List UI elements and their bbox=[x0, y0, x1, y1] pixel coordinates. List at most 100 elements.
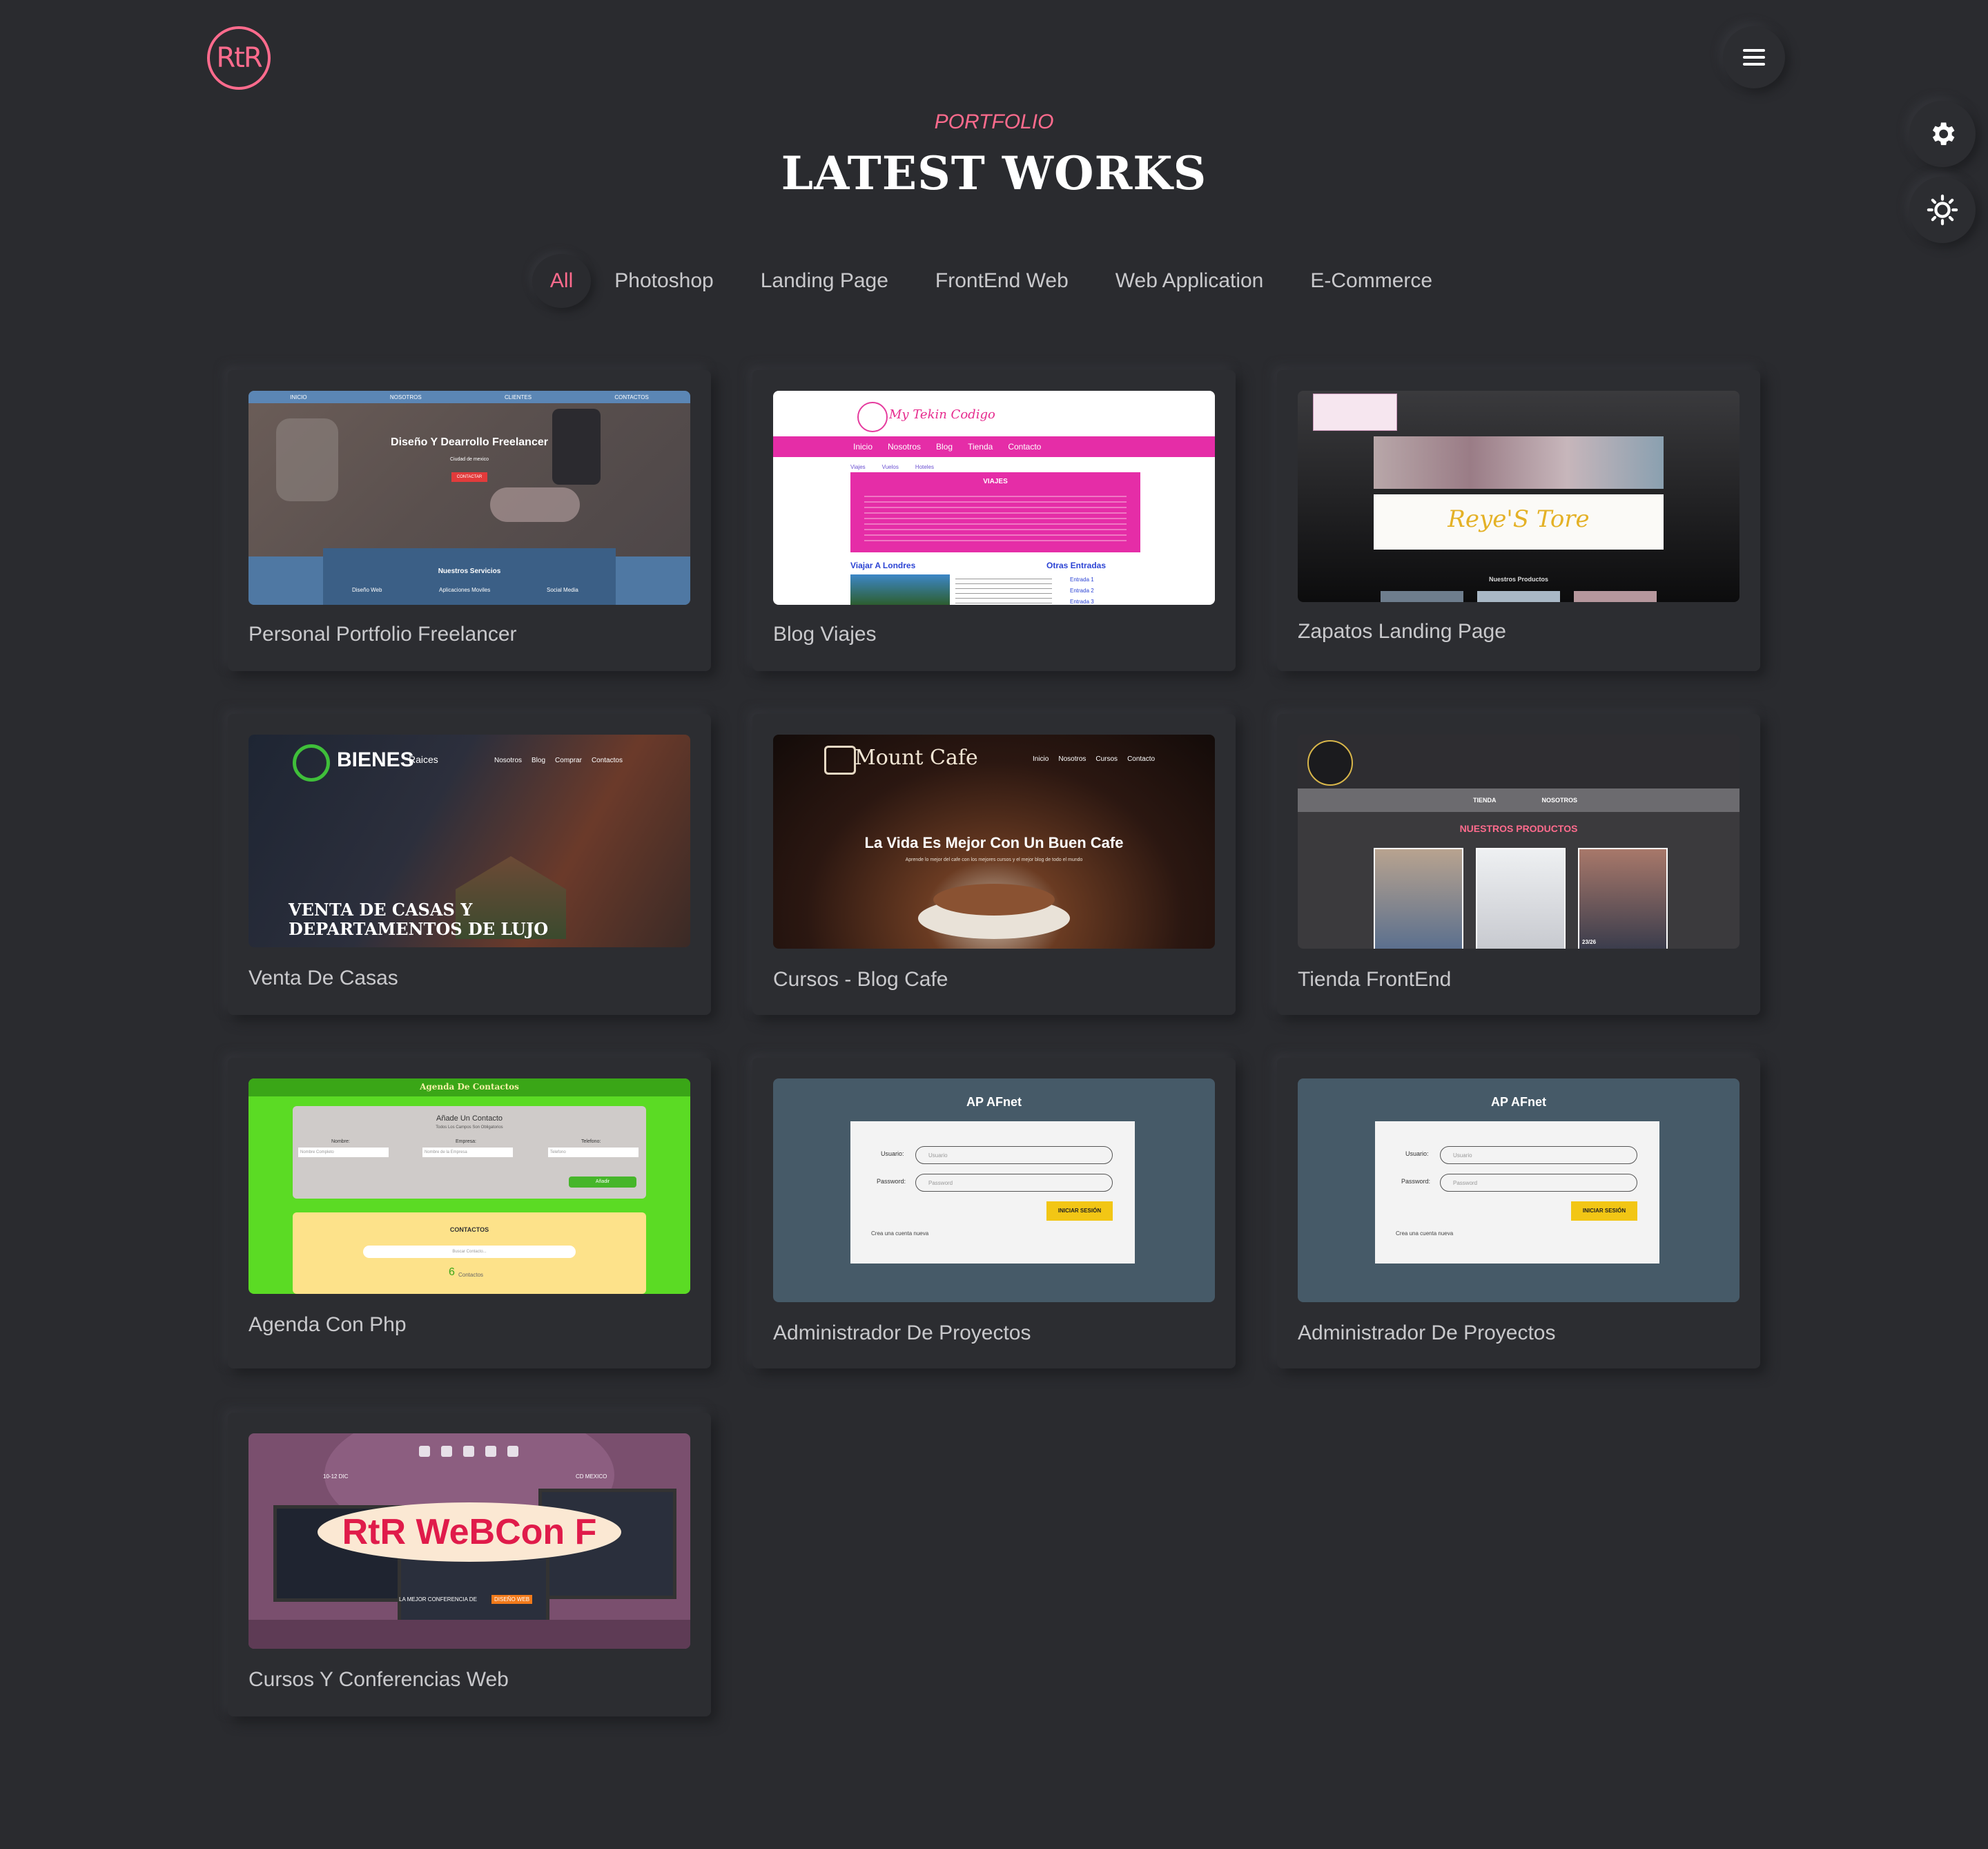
thumb-nav-item: Tienda bbox=[968, 442, 993, 452]
thumb-nav-item: Nosotros bbox=[888, 442, 922, 452]
thumb-nav-item: Contacto bbox=[1008, 442, 1042, 452]
menu-button[interactable] bbox=[1723, 26, 1785, 88]
thumb-input: Password bbox=[915, 1174, 1113, 1192]
thumb-service: Diseño Web bbox=[352, 587, 382, 593]
thumb-sub: Aprende lo mejor del cafe con los mejore… bbox=[905, 858, 1083, 862]
work-title[interactable]: Personal Portfolio Freelancer bbox=[248, 623, 517, 646]
work-thumbnail[interactable]: BIENES Raices Nosotros Blog Comprar Cont… bbox=[248, 735, 690, 947]
thumb-nav-item: NOSOTROS bbox=[389, 394, 422, 400]
thumb-section: Nuestros Productos bbox=[1488, 576, 1548, 583]
thumb-label: Usuario: bbox=[881, 1150, 904, 1157]
work-thumbnail[interactable]: Agenda De Contactos Añade Un Contacto To… bbox=[248, 1078, 690, 1294]
thumb-nav-item: Nosotros bbox=[494, 757, 523, 764]
thumb-banner: RtR WeBCon F bbox=[318, 1502, 621, 1562]
portfolio-card[interactable]: INICIO NOSOTROS CLIENTES CONTACTOS Diseñ… bbox=[228, 370, 711, 671]
thumb-nav-item: CONTACTOS bbox=[614, 394, 649, 400]
thumb-count: 6 bbox=[449, 1266, 455, 1278]
filter-all[interactable]: All bbox=[532, 254, 591, 308]
work-title[interactable]: Administrador De Proyectos bbox=[773, 1322, 1031, 1345]
thumb-label: Empresa: bbox=[456, 1139, 476, 1144]
logo-text: RtR bbox=[216, 42, 262, 74]
thumb-login-button: INICIAR SESIÓN bbox=[1571, 1201, 1637, 1221]
thumb-post-title: Viajar A Londres bbox=[850, 561, 916, 570]
work-title[interactable]: Cursos Y Conferencias Web bbox=[248, 1668, 509, 1692]
thumb-nav-item: Comprar bbox=[555, 757, 582, 764]
thumb-header: Agenda De Contactos bbox=[420, 1082, 519, 1092]
logo[interactable]: RtR bbox=[207, 26, 271, 90]
thumb-count-label: Contactos bbox=[458, 1272, 484, 1278]
work-thumbnail[interactable]: TIENDA NOSOTROS NUESTROS PRODUCTOS 23/26 bbox=[1298, 735, 1740, 949]
work-thumbnail[interactable]: INICIO NOSOTROS CLIENTES CONTACTOS Diseñ… bbox=[248, 391, 690, 605]
thumb-title: AP AFnet bbox=[1490, 1095, 1546, 1109]
portfolio-card[interactable]: Mount Cafe Inicio Nosotros Cursos Contac… bbox=[752, 714, 1236, 1015]
thumb-side-link: Entrada 2 bbox=[1070, 588, 1094, 594]
work-thumbnail[interactable]: 10-12 DIC CD MEXICO RtR WeBCon F LA MEJO… bbox=[248, 1433, 690, 1649]
thumb-input: Usuario bbox=[1440, 1146, 1637, 1164]
thumb-search: Buscar Contacto... bbox=[363, 1246, 576, 1258]
thumb-nav-item: Contacto bbox=[1127, 755, 1156, 763]
work-thumbnail[interactable]: AP AFnet Usuario: Usuario Password: Pass… bbox=[1298, 1078, 1740, 1302]
portfolio-card[interactable]: BIENES Raices Nosotros Blog Comprar Cont… bbox=[228, 714, 711, 1015]
filter-web-application[interactable]: Web Application bbox=[1092, 257, 1287, 305]
work-thumbnail[interactable]: AP AFnet Usuario: Usuario Password: Pass… bbox=[773, 1078, 1215, 1302]
thumb-headline: Diseño Y Dearrollo Freelancer bbox=[391, 436, 548, 448]
filter-e-commerce[interactable]: E-Commerce bbox=[1287, 257, 1456, 305]
work-title[interactable]: Agenda Con Php bbox=[248, 1313, 407, 1337]
thumb-nav-item: Blog bbox=[532, 757, 546, 764]
thumb-brand: BIENES bbox=[337, 748, 414, 771]
work-title[interactable]: Cursos - Blog Cafe bbox=[773, 968, 948, 991]
thumb-nav-item: Cursos bbox=[1095, 755, 1118, 763]
thumb-headline: VENTA DE CASAS Y DEPARTAMENTOS DE LUJO bbox=[289, 900, 549, 939]
thumb-label: Usuario: bbox=[1405, 1150, 1429, 1157]
filter-bar: All Photoshop Landing Page FrontEnd Web … bbox=[0, 254, 1988, 308]
portfolio-card[interactable]: Reye'S Tore Nuestros Productos Zapatos L… bbox=[1277, 370, 1760, 671]
thumb-caption: LA MEJOR CONFERENCIA DE bbox=[399, 1596, 477, 1603]
thumb-nav-item: TIENDA bbox=[1473, 797, 1497, 804]
thumb-contacts-title: CONTACTOS bbox=[449, 1226, 489, 1233]
work-title[interactable]: Venta De Casas bbox=[248, 967, 398, 990]
filter-landing-page[interactable]: Landing Page bbox=[737, 257, 912, 305]
work-title[interactable]: Administrador De Proyectos bbox=[1298, 1322, 1555, 1345]
work-thumbnail[interactable]: Reye'S Tore Nuestros Productos bbox=[1298, 391, 1740, 602]
work-thumbnail[interactable]: My Tekin Codigo Inicio Nosotros Blog Tie… bbox=[773, 391, 1215, 605]
thumb-title: AP AFnet bbox=[966, 1095, 1022, 1109]
page-title: LATEST WORKS bbox=[781, 146, 1207, 200]
filter-photoshop[interactable]: Photoshop bbox=[591, 257, 737, 305]
portfolio-card[interactable]: AP AFnet Usuario: Usuario Password: Pass… bbox=[752, 1058, 1236, 1368]
portfolio-card[interactable]: 10-12 DIC CD MEXICO RtR WeBCon F LA MEJO… bbox=[228, 1413, 711, 1716]
thumb-add-button: Añadir bbox=[569, 1177, 636, 1188]
portfolio-card[interactable]: AP AFnet Usuario: Usuario Password: Pass… bbox=[1277, 1058, 1760, 1368]
thumb-banner: Reye'S Tore bbox=[1448, 505, 1590, 533]
work-title[interactable]: Tienda FrontEnd bbox=[1298, 968, 1451, 991]
thumb-label: Password: bbox=[877, 1178, 906, 1185]
thumb-tag: 23/26 bbox=[1582, 939, 1597, 945]
work-title[interactable]: Blog Viajes bbox=[773, 623, 877, 646]
portfolio-card[interactable]: Agenda De Contactos Añade Un Contacto To… bbox=[228, 1058, 711, 1368]
thumb-side-title: Otras Entradas bbox=[1046, 561, 1107, 570]
thumb-input: Password bbox=[1440, 1174, 1637, 1192]
thumb-section: NUESTROS PRODUCTOS bbox=[1459, 823, 1578, 834]
thumb-login-button: INICIAR SESIÓN bbox=[1046, 1201, 1113, 1221]
thumb-services: Nuestros Servicios bbox=[438, 568, 501, 575]
portfolio-card[interactable]: TIENDA NOSOTROS NUESTROS PRODUCTOS 23/26… bbox=[1277, 714, 1760, 1015]
thumb-nav-item: NOSOTROS bbox=[1541, 797, 1578, 804]
thumb-input: Telefono bbox=[548, 1148, 639, 1157]
thumb-input: Nombre Completo bbox=[298, 1148, 389, 1157]
thumb-nav-item: Contactos bbox=[591, 757, 623, 764]
portfolio-card[interactable]: My Tekin Codigo Inicio Nosotros Blog Tie… bbox=[752, 370, 1236, 671]
thumb-location: Ciudad de mexico bbox=[449, 457, 489, 462]
thumb-label: Telefono: bbox=[581, 1139, 601, 1144]
thumb-button: CONTACTAR bbox=[451, 472, 487, 482]
thumb-label: Password: bbox=[1401, 1178, 1431, 1185]
thumb-service: Aplicaciones Moviles bbox=[439, 587, 491, 593]
filter-frontend-web[interactable]: FrontEnd Web bbox=[912, 257, 1092, 305]
work-title[interactable]: Zapatos Landing Page bbox=[1298, 620, 1506, 643]
work-thumbnail[interactable]: Mount Cafe Inicio Nosotros Cursos Contac… bbox=[773, 735, 1215, 949]
thumb-tab: Hoteles bbox=[915, 464, 934, 470]
thumb-headline: La Vida Es Mejor Con Un Buen Cafe bbox=[864, 834, 1124, 851]
thumb-nav-item: Blog bbox=[936, 442, 953, 452]
thumb-input: Usuario bbox=[915, 1146, 1113, 1164]
thumb-label: Nombre: bbox=[331, 1139, 350, 1144]
thumb-form-title: Añade Un Contacto bbox=[436, 1114, 503, 1123]
thumb-nav-item: Nosotros bbox=[1058, 755, 1086, 763]
